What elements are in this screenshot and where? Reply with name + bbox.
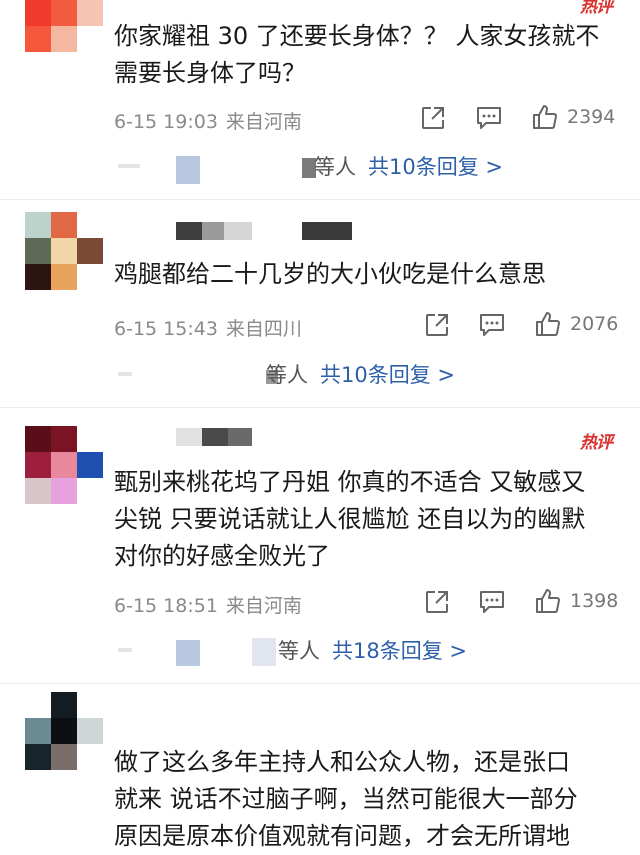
like-count: 2394 <box>567 106 616 128</box>
blurred-avatars <box>118 372 132 376</box>
replies-row[interactable]: 等人 共10条回复 > <box>0 360 640 390</box>
comment-text-line: 做了这么多年主持人和公众人物，还是张口 <box>114 748 570 776</box>
comment-location: 来自河南 <box>225 595 302 617</box>
blurred-avatars <box>176 156 200 184</box>
blurred-avatars <box>118 164 140 168</box>
hot-comment-badge: 热评 <box>580 433 613 453</box>
replies-row[interactable]: 等人 共18条回复 > <box>0 636 640 666</box>
comment-divider <box>0 683 640 684</box>
comment-button[interactable] <box>475 105 503 131</box>
reply-prefix: 等人 <box>266 363 308 387</box>
blurred-avatars <box>118 648 132 652</box>
reply-prefix: 等人 <box>278 639 320 663</box>
thumbs-up-icon <box>533 105 557 129</box>
replies-row[interactable]: 等人 共10条回复 > <box>0 152 640 184</box>
share-icon <box>426 591 448 613</box>
comment-text-line: 你家耀祖 30 了还要长身体？？ 人家女孩就不 <box>114 22 600 50</box>
replies-link[interactable]: 共10条回复 > <box>368 152 503 182</box>
comment-icon <box>477 107 501 129</box>
comment-time: 6-15 15:43 <box>114 318 218 340</box>
like-button[interactable]: 2076 <box>534 310 618 338</box>
replies-link[interactable]: 共18条回复 > <box>332 636 467 666</box>
share-button[interactable] <box>424 589 450 615</box>
comment-divider <box>0 407 640 408</box>
reply-prefix: 等人 <box>314 155 356 179</box>
comment-meta: 6-15 19:03 来自河南 <box>114 107 302 134</box>
comment-text-line: 就来 说话不过脑子啊，当然可能很大一部分 <box>114 785 578 813</box>
avatar[interactable] <box>25 212 103 290</box>
replies-link[interactable]: 共10条回复 > <box>320 360 455 390</box>
share-button[interactable] <box>420 105 446 131</box>
comment-text: 甄别来桃花坞了丹姐 你真的不适合 又敏感又 尖锐 只要说话就让人很尴尬 还自以为… <box>114 464 585 575</box>
comment-button[interactable] <box>478 589 506 615</box>
hot-comment-badge: 热评 <box>580 0 613 17</box>
thumbs-up-icon <box>536 589 560 613</box>
share-icon <box>426 314 448 336</box>
comment-time: 6-15 19:03 <box>114 111 218 133</box>
avatar[interactable] <box>25 0 103 52</box>
comment-icon <box>480 314 504 336</box>
comment-text-line: 需要长身体了吗？ <box>114 59 306 87</box>
comment-text-line: 甄别来桃花坞了丹姐 你真的不适合 又敏感又 <box>114 468 586 496</box>
like-button[interactable]: 2394 <box>531 103 615 131</box>
blurred-avatars <box>176 640 200 666</box>
avatar[interactable] <box>25 692 103 770</box>
share-icon <box>422 107 444 129</box>
comment-meta: 6-15 15:43 来自四川 <box>114 314 302 341</box>
comment-text: 做了这么多年主持人和公众人物，还是张口 就来 说话不过脑子啊，当然可能很大一部分… <box>114 744 578 855</box>
like-count: 2076 <box>570 313 619 335</box>
comment-text-line: 鸡腿都给二十几岁的大小伙吃是什么意思 <box>114 260 546 288</box>
comment-divider <box>0 199 640 200</box>
comment-meta: 6-15 18:51 来自河南 <box>114 591 302 618</box>
comment-location: 来自河南 <box>225 111 302 133</box>
like-count: 1398 <box>570 590 619 612</box>
comment-time: 6-15 18:51 <box>114 595 218 617</box>
blurred-name <box>252 638 276 666</box>
comment-location: 来自四川 <box>225 318 302 340</box>
comment-text-line: 对你的好感全败光了 <box>114 542 330 570</box>
comment-text-line: 原因是原本价值观就有问题，才会无所谓地 <box>114 822 570 850</box>
like-button[interactable]: 1398 <box>534 587 618 615</box>
comment-text: 你家耀祖 30 了还要长身体？？ 人家女孩就不 需要长身体了吗？ <box>114 18 599 92</box>
comment-text: 鸡腿都给二十几岁的大小伙吃是什么意思 <box>114 256 546 293</box>
comment-text-line: 尖锐 只要说话就让人很尴尬 还自以为的幽默 <box>114 505 586 533</box>
comment-icon <box>480 591 504 613</box>
comment-button[interactable] <box>478 312 506 338</box>
avatar[interactable] <box>25 426 103 504</box>
thumbs-up-icon <box>536 312 560 336</box>
share-button[interactable] <box>424 312 450 338</box>
